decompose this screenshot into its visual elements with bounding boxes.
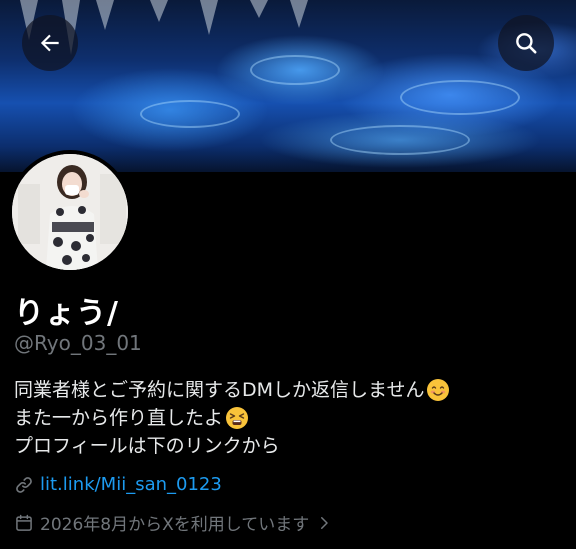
calendar-icon (16, 514, 32, 531)
bio-text: また一から作り直したよ (14, 407, 224, 429)
search-button[interactable] (498, 15, 554, 71)
bio-text: 同業者様とご予約に関するDMしか返信しません (14, 379, 425, 401)
banner-detail (400, 80, 520, 115)
tired-face-emoji (225, 406, 249, 430)
banner-detail (290, 0, 308, 28)
bio-text: プロフィールは下のリンクから (14, 435, 280, 457)
display-name: りょう/ (14, 296, 119, 331)
banner-detail (250, 55, 340, 85)
link-icon (16, 476, 32, 493)
profile-bio: 同業者様とご予約に関するDMしか返信しません また一から作り直したよ プロフィー… (14, 376, 450, 460)
avatar-photo (12, 154, 128, 270)
banner-detail (140, 100, 240, 128)
banner-detail (150, 0, 168, 22)
banner-detail (250, 0, 268, 18)
bio-line: また一から作り直したよ (14, 404, 450, 432)
avatar[interactable] (8, 150, 132, 274)
chevron-right-icon (321, 516, 328, 529)
profile-banner[interactable] (0, 0, 576, 172)
joined-date-text: 2026年8月からXを利用しています (40, 515, 310, 535)
arrow-left-icon (40, 34, 59, 52)
profile-link[interactable]: lit.link/Mii_san_0123 (14, 474, 222, 495)
banner-detail (330, 125, 470, 155)
user-handle: @Ryo_03_01 (14, 331, 142, 355)
bio-line: プロフィールは下のリンクから (14, 432, 450, 460)
bio-line: 同業者様とご予約に関するDMしか返信しません (14, 376, 450, 404)
banner-detail (200, 0, 218, 35)
profile-link-text[interactable]: lit.link/Mii_san_0123 (40, 474, 222, 495)
banner-detail (96, 0, 114, 30)
joined-date[interactable]: 2026年8月からXを利用しています (14, 510, 333, 535)
search-icon (516, 33, 537, 54)
smiling-face-emoji (426, 378, 450, 402)
back-button[interactable] (22, 15, 78, 71)
avatar-image (12, 154, 128, 270)
